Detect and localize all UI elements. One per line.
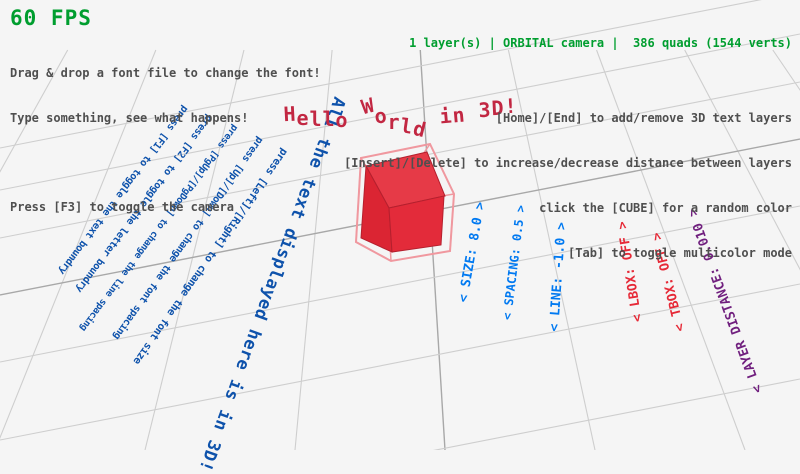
- help-layer-distance: [Insert]/[Delete] to increase/decrease d…: [344, 156, 792, 171]
- help-toggle-camera: Press [F3] to toggle the camera: [10, 200, 321, 215]
- fps-counter: 60 FPS: [10, 6, 92, 30]
- help-left-block: Drag & drop a font file to change the fo…: [10, 36, 321, 230]
- raylib-3d-text-demo-window: { "hud": { "fps": "60 FPS", "help_left":…: [0, 0, 800, 450]
- hud-right-block: 1 layer(s) | ORBITAL camera | 386 quads …: [344, 6, 792, 306]
- help-right-block: [Home]/[End] to add/remove 3D text layer…: [344, 81, 792, 291]
- help-drag-drop: Drag & drop a font file to change the fo…: [10, 66, 321, 81]
- help-type: Type something, see what happens!: [10, 111, 321, 126]
- help-multicolor: [Tab] to toggle multicolor mode: [344, 246, 792, 261]
- wave-char: l: [322, 107, 335, 131]
- status-line: 1 layer(s) | ORBITAL camera | 386 quads …: [344, 36, 792, 51]
- help-cube-color: click the [CUBE] for a random color: [344, 201, 792, 216]
- help-layers: [Home]/[End] to add/remove 3D text layer…: [344, 111, 792, 126]
- spacer: [10, 156, 321, 170]
